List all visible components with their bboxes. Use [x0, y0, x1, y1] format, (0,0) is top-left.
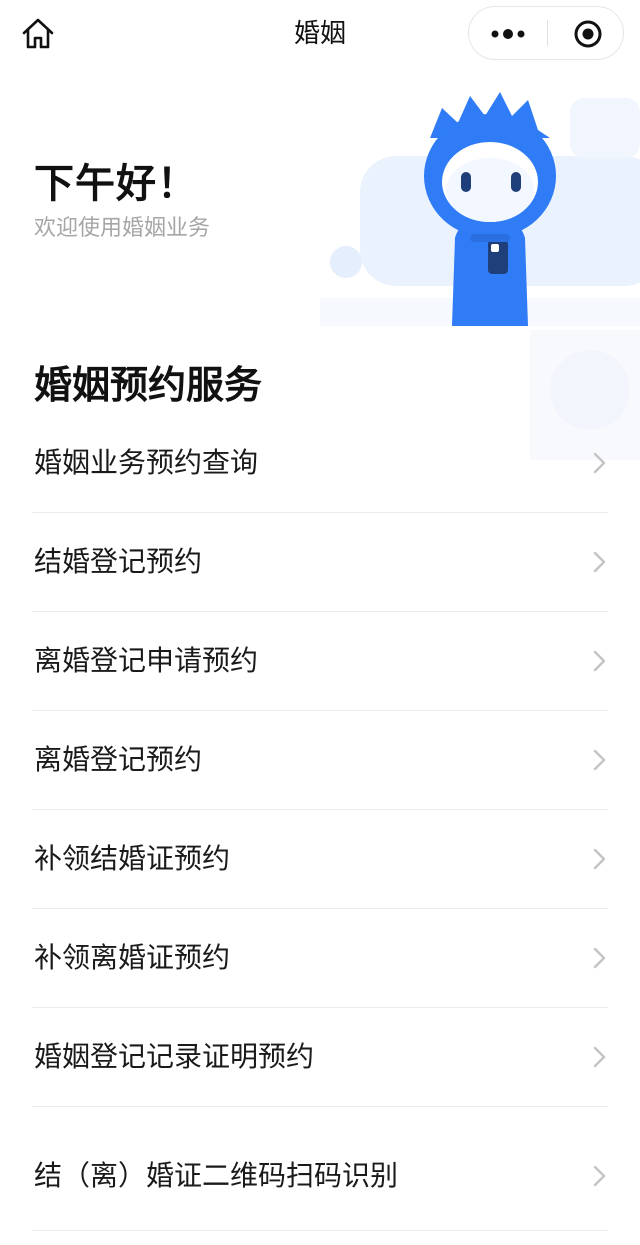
chevron-right-icon: [593, 452, 606, 474]
chevron-right-icon: [593, 551, 606, 573]
target-close-icon: [574, 20, 602, 48]
mascot-illustration: [320, 92, 640, 326]
welcome-text: 欢迎使用婚姻业务: [34, 216, 211, 241]
menu-item-reissue-divorce-cert[interactable]: 补领离婚证预约: [32, 909, 608, 1008]
greeting-text: 下午好！: [34, 161, 198, 207]
menu-item-label: 婚姻业务预约查询: [34, 446, 259, 479]
menu-item-label: 婚姻登记记录证明预约: [34, 1040, 315, 1073]
menu-item-label: 补领离婚证预约: [34, 941, 231, 974]
chevron-right-icon: [593, 1046, 606, 1068]
menu-item-marriage-registration[interactable]: 结婚登记预约: [32, 513, 608, 612]
menu-item-label: 结婚登记预约: [34, 545, 203, 578]
menu-item-label: 结（离）婚证二维码扫码识别: [34, 1159, 399, 1192]
mini-program-capsule: [468, 6, 624, 60]
chevron-right-icon: [593, 1165, 606, 1187]
menu-item-divorce-application[interactable]: 离婚登记申请预约: [32, 612, 608, 711]
menu-item-reissue-marriage-cert[interactable]: 补领结婚证预约: [32, 810, 608, 909]
menu-item-label: 离婚登记申请预约: [34, 644, 259, 677]
menu-item-label: 离婚登记预约: [34, 743, 203, 776]
menu-item-record-certificate[interactable]: 婚姻登记记录证明预约: [32, 1008, 608, 1107]
menu-item-divorce-registration[interactable]: 离婚登记预约: [32, 711, 608, 810]
top-navbar: 婚姻: [0, 0, 640, 68]
service-menu-list: 婚姻业务预约查询 结婚登记预约 离婚登记申请预约 离婚登记预约 补领结婚证预约 …: [0, 414, 640, 1231]
menu-item-label: 补领结婚证预约: [34, 842, 231, 875]
chevron-right-icon: [593, 650, 606, 672]
more-button[interactable]: [469, 7, 547, 59]
chevron-right-icon: [593, 947, 606, 969]
hero-banner: 下午好！ 欢迎使用婚姻业务: [0, 68, 640, 326]
menu-item-qr-scan[interactable]: 结（离）婚证二维码扫码识别: [32, 1107, 608, 1231]
close-button[interactable]: [548, 7, 624, 59]
chevron-right-icon: [593, 749, 606, 771]
chevron-right-icon: [593, 848, 606, 870]
section-title: 婚姻预约服务: [34, 363, 263, 407]
more-dots-icon: [491, 29, 525, 39]
menu-item-marriage-query[interactable]: 婚姻业务预约查询: [32, 414, 608, 513]
